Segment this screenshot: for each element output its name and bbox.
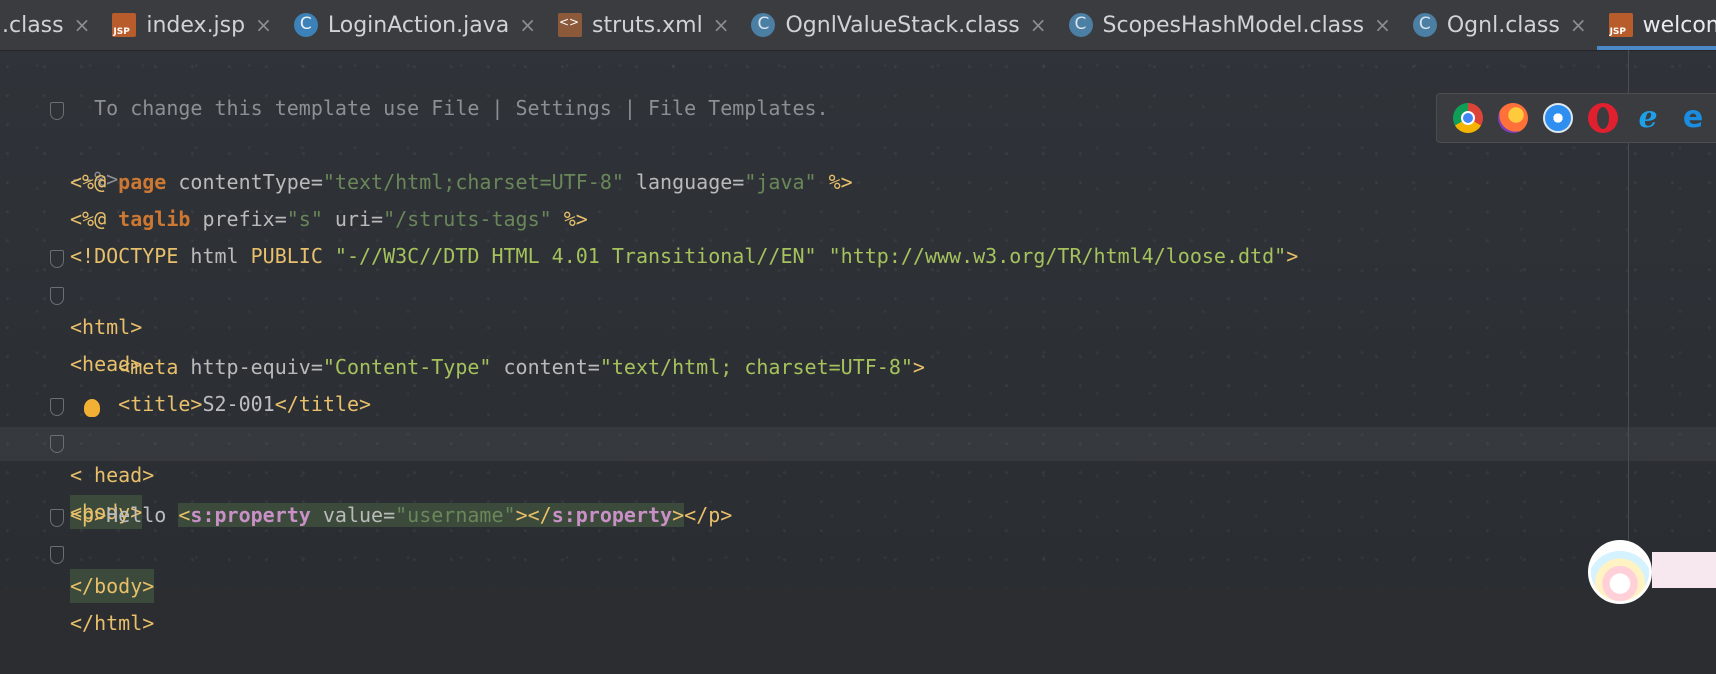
fold-marker-icon[interactable]: [50, 250, 64, 268]
jsp-file-icon: [112, 13, 137, 37]
ie-icon[interactable]: e: [1633, 103, 1663, 133]
fold-marker-icon[interactable]: [50, 509, 64, 527]
xml-file-icon: [557, 13, 582, 37]
opera-icon[interactable]: [1588, 103, 1618, 133]
code-line: <meta http-equiv="Content-Type" content=…: [118, 355, 925, 379]
class-file-icon: [751, 13, 776, 37]
class-file-icon: [1068, 13, 1093, 37]
tab-scopeshashmodel-class[interactable]: ScopesHashModel.class ×: [1057, 0, 1401, 50]
tab-index-jsp[interactable]: index.jsp ×: [100, 0, 282, 50]
code-line: <head>: [0, 390, 1716, 487]
code-line: <head>: [0, 279, 1716, 376]
tab-label: LoginAction.java: [327, 12, 510, 38]
fold-marker-icon[interactable]: [50, 435, 64, 453]
close-icon[interactable]: ×: [1374, 13, 1391, 37]
code-line: <p>Hello <s:property value="username"></…: [70, 503, 733, 527]
tab-loginaction-java[interactable]: LoginAction.java ×: [282, 0, 546, 50]
code-line: <%@ taglib prefix="s" uri="/struts-tags"…: [70, 207, 588, 231]
fold-marker-icon[interactable]: [50, 287, 64, 305]
tab-welcome-jsp[interactable]: welcome.jsp ×: [1596, 0, 1716, 50]
fold-marker-icon[interactable]: [50, 102, 64, 120]
tab-struts-xml[interactable]: struts.xml ×: [546, 0, 740, 50]
close-icon[interactable]: ×: [1570, 13, 1587, 37]
chrome-icon[interactable]: [1453, 103, 1483, 133]
tab-label: OgnlValueStack.class: [785, 12, 1020, 38]
jsp-file-icon: [1608, 13, 1633, 37]
close-icon[interactable]: ×: [713, 13, 730, 37]
decorative-widget: [1652, 552, 1716, 588]
tab-label: .class: [2, 12, 64, 38]
tab-label: welcome.jsp: [1642, 12, 1716, 38]
tab-label: struts.xml: [591, 12, 703, 38]
rainbow-decoration-icon: [1588, 540, 1652, 604]
tab-label: Ognl.class: [1446, 12, 1560, 38]
close-icon[interactable]: ×: [519, 13, 536, 37]
fold-marker-icon[interactable]: [50, 398, 64, 416]
browser-preview-toolbar: e e: [1436, 93, 1716, 143]
close-icon[interactable]: ×: [1030, 13, 1047, 37]
intention-bulb-icon[interactable]: [84, 399, 100, 417]
edge-icon[interactable]: e: [1678, 103, 1708, 133]
code-line: <title>S2-001</title>: [118, 392, 372, 416]
class-file-icon: [1412, 13, 1437, 37]
tab-label: ScopesHashModel.class: [1102, 12, 1365, 38]
tab-class-file[interactable]: .class ×: [0, 0, 100, 50]
code-line: </body>: [0, 501, 1716, 603]
code-line: To change this template use File | Setti…: [70, 96, 829, 120]
code-line: <!DOCTYPE html PUBLIC "-//W3C//DTD HTML …: [70, 244, 1299, 268]
java-class-icon: [293, 13, 318, 37]
safari-icon[interactable]: [1543, 103, 1573, 133]
tab-label: index.jsp: [146, 12, 246, 38]
firefox-icon[interactable]: [1498, 103, 1528, 133]
tab-ognl-class[interactable]: Ognl.class ×: [1401, 0, 1597, 50]
close-icon[interactable]: ×: [255, 13, 272, 37]
editor-tab-bar: .class × index.jsp × LoginAction.java × …: [0, 0, 1716, 51]
fold-marker-icon[interactable]: [50, 546, 64, 564]
close-icon[interactable]: ×: [74, 13, 91, 37]
code-line: <html>: [0, 242, 1716, 339]
code-line-current: <body>: [0, 427, 1716, 529]
tab-ognlvaluestack-class[interactable]: OgnlValueStack.class ×: [739, 0, 1056, 50]
code-line: </html>: [0, 538, 1716, 635]
